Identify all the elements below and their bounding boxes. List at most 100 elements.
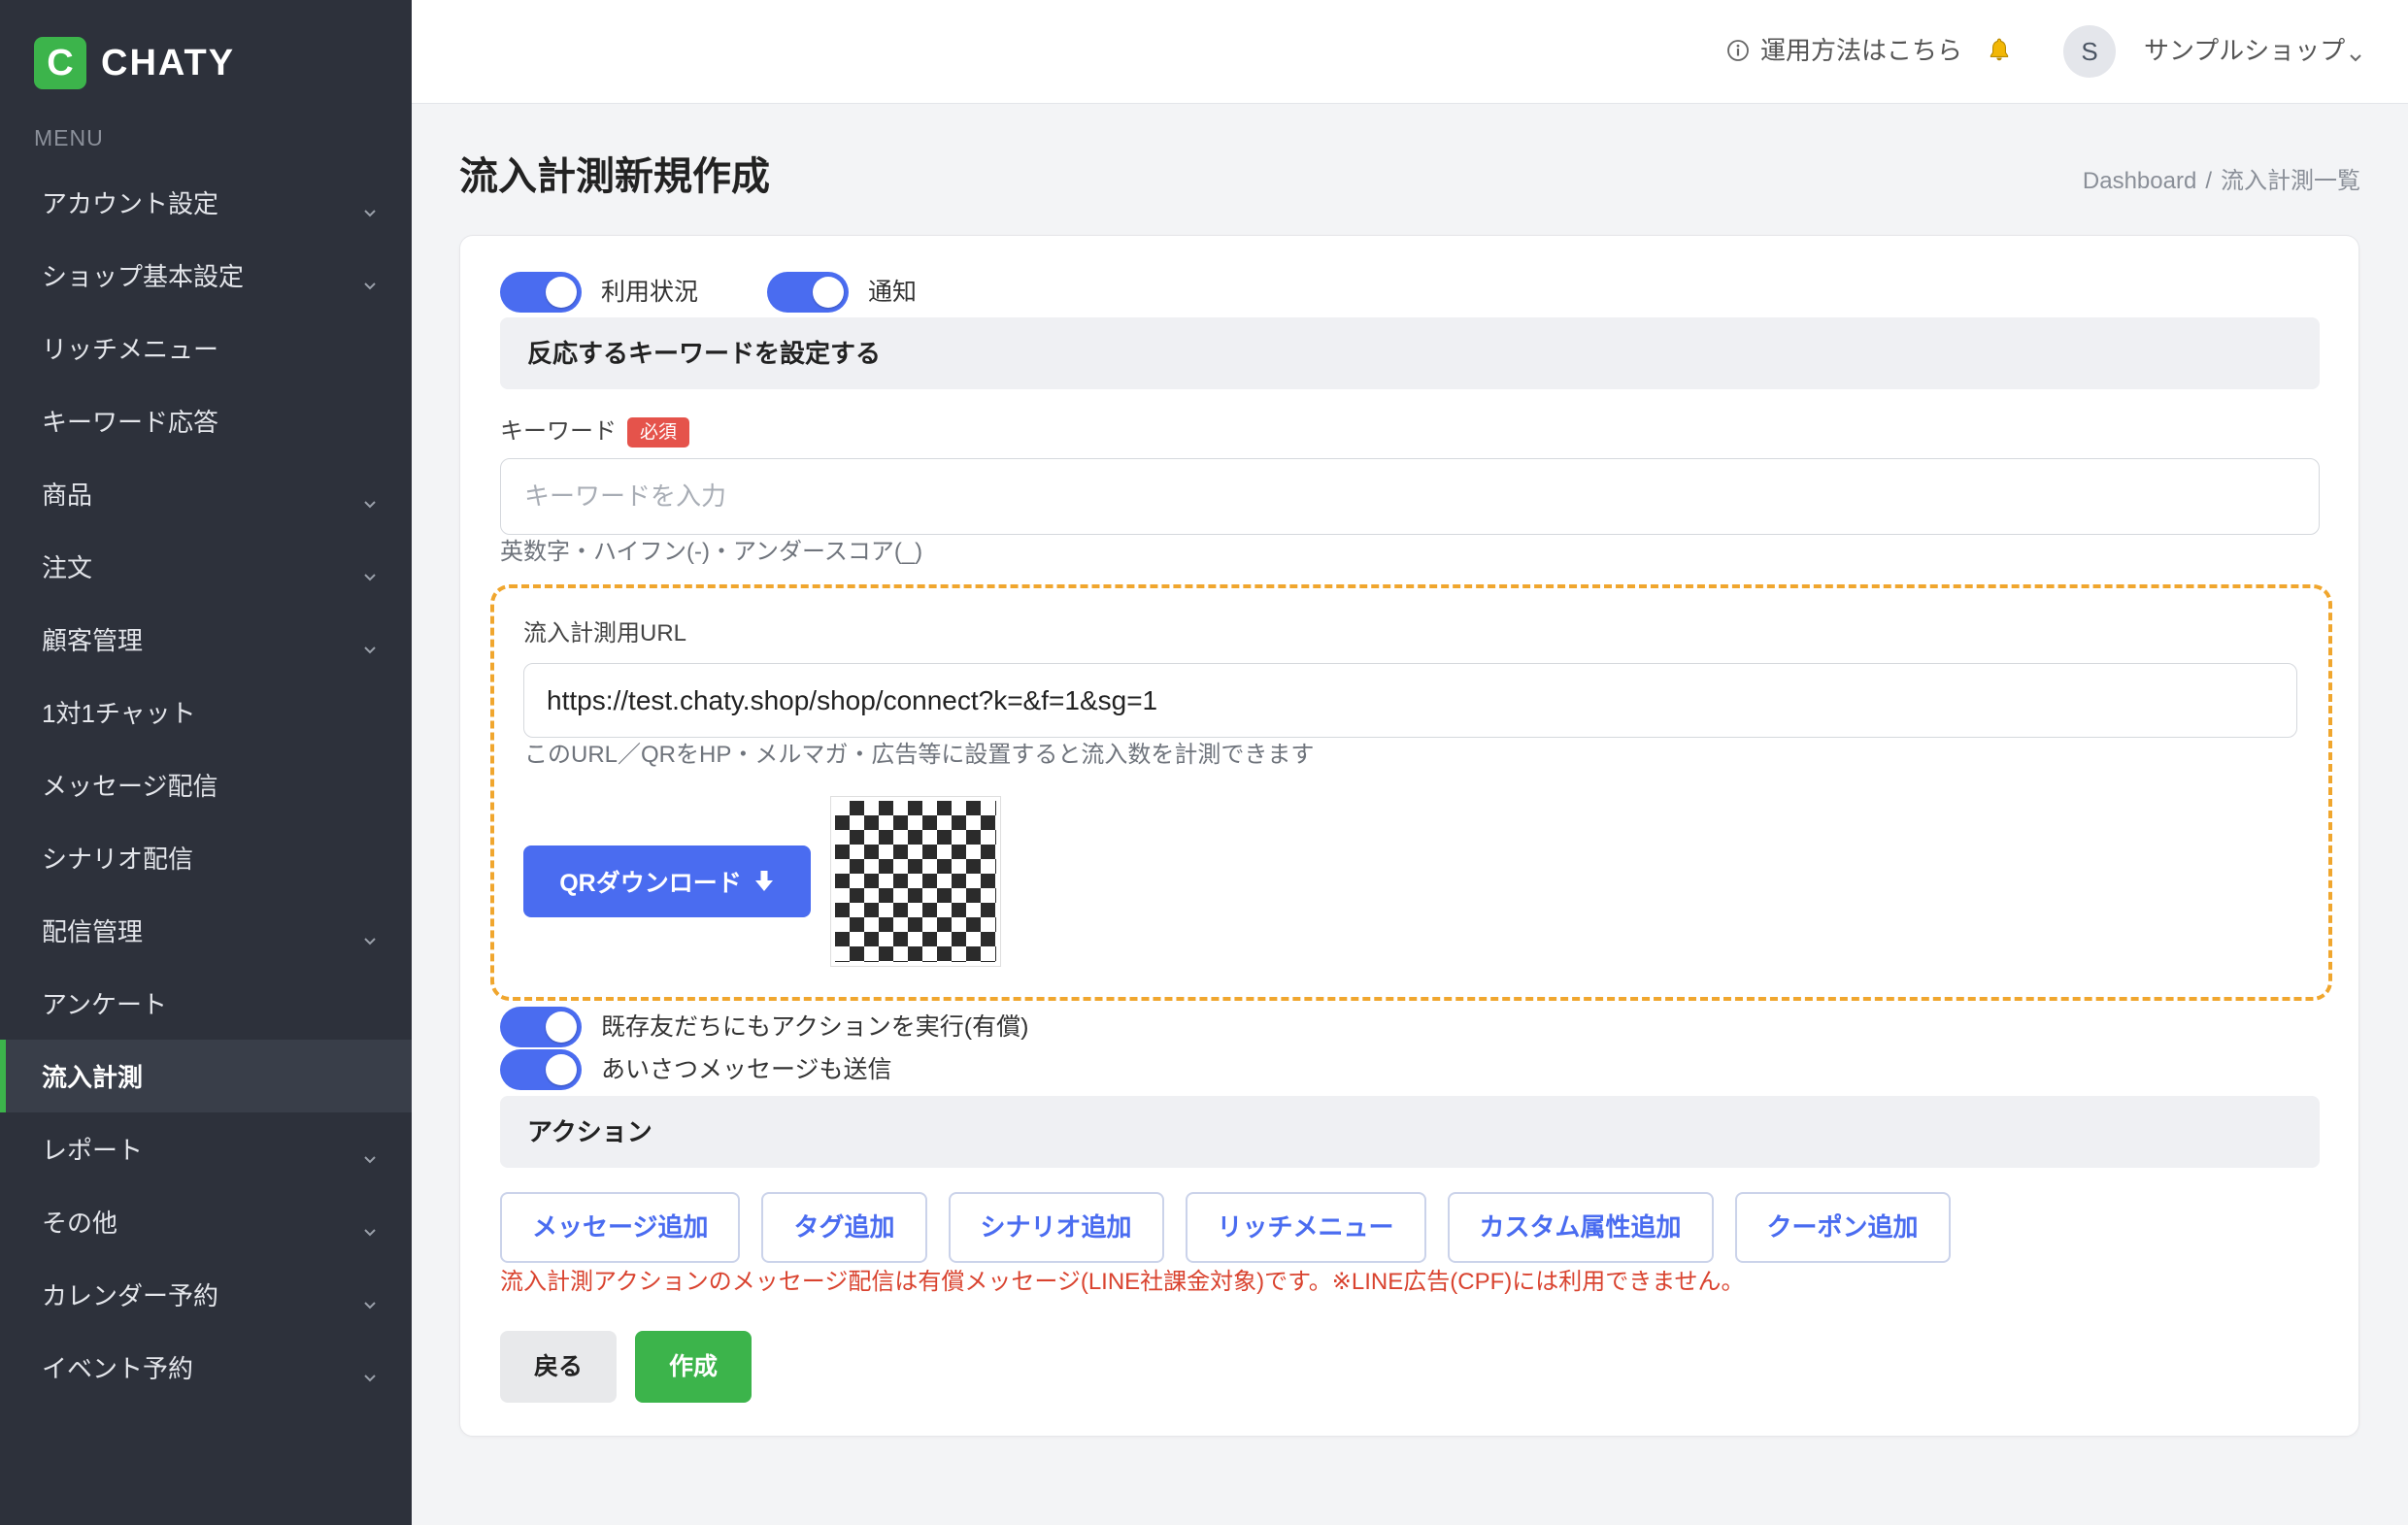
existing-friends-switch-group: 既存友だちにもアクションを実行(有償) — [500, 1007, 1028, 1047]
sidebar-item-label: 商品 — [42, 481, 93, 510]
breadcrumb: Dashboard / 流入計測一覧 — [2083, 167, 2360, 196]
breadcrumb-inflow-tracking-list[interactable]: 流入計測一覧 — [2221, 167, 2360, 196]
sidebar-item-label: イベント予約 — [42, 1354, 194, 1383]
sidebar-item-shop-settings[interactable]: ショップ基本設定 — [0, 239, 412, 312]
form-card: 利用状況 通知 反応するキーワードを設定する キーワード 必須 英数字・ハイフン… — [459, 235, 2359, 1437]
sidebar-menu: アカウント設定 ショップ基本設定 リッチメニュー キーワード応答 商品 注文 顧… — [0, 166, 412, 1404]
sidebar-item-label: 注文 — [42, 553, 93, 582]
sidebar-item-account-settings[interactable]: アカウント設定 — [0, 166, 412, 239]
help-link[interactable]: 運用方法はこちら — [1760, 36, 1962, 65]
sidebar-item-label: 流入計測 — [42, 1063, 144, 1092]
existing-friends-action-label: 既存友だちにもアクションを実行(有償) — [601, 1013, 1029, 1041]
sidebar-item-label: 1対1チャット — [42, 699, 196, 728]
required-badge: 必須 — [627, 416, 689, 448]
sidebar-item-label: アカウント設定 — [42, 189, 219, 218]
bell-icon[interactable] — [1987, 37, 2012, 64]
info-icon[interactable] — [1726, 39, 1750, 62]
sidebar-item-others[interactable]: その他 — [0, 1185, 412, 1258]
chevron-down-icon — [364, 1156, 376, 1164]
sidebar-item-label: アンケート — [42, 990, 167, 1019]
menu-caption: MENU — [34, 125, 104, 150]
tracking-url-panel: 流入計測用URL このURL／QRをHP・メルマガ・広告等に設置すると流入数を計… — [490, 584, 2332, 1001]
sidebar-item-inflow-tracking[interactable]: 流入計測 — [0, 1040, 412, 1112]
back-button[interactable]: 戻る — [500, 1331, 617, 1403]
sidebar-item-message-broadcast[interactable]: メッセージ配信 — [0, 748, 412, 821]
chevron-down-icon — [364, 1302, 376, 1310]
usage-status-label: 利用状況 — [601, 279, 699, 306]
tracking-url-label: 流入計測用URL — [523, 620, 687, 646]
add-custom-attribute-button[interactable]: カスタム属性追加 — [1447, 1192, 1714, 1263]
qr-code-image — [830, 796, 1001, 967]
chevron-down-icon — [364, 282, 376, 290]
page-title: 流入計測新規作成 — [459, 155, 770, 198]
top-header: 運用方法はこちら S サンプルショップ — [412, 0, 2408, 104]
sidebar-item-label: カレンダー予約 — [42, 1281, 219, 1310]
chevron-down-icon — [364, 210, 376, 217]
chevron-down-icon — [364, 574, 376, 581]
keyword-label: キーワード — [500, 418, 617, 445]
greeting-message-toggle[interactable] — [500, 1049, 582, 1090]
action-button-row: メッセージ追加 タグ追加 シナリオ追加 リッチメニュー カスタム属性追加 クーポ… — [500, 1192, 1951, 1263]
avatar[interactable]: S — [2063, 25, 2116, 78]
action-billing-note: 流入計測アクションのメッセージ配信は有償メッセージ(LINE社課金対象)です。※… — [500, 1269, 1745, 1295]
toggle-knob — [546, 277, 577, 308]
keyword-label-row: キーワード 必須 — [500, 416, 689, 448]
greeting-message-switch-group: あいさつメッセージも送信 — [500, 1049, 892, 1090]
sidebar-item-label: 配信管理 — [42, 917, 144, 946]
breadcrumb-dashboard[interactable]: Dashboard — [2083, 167, 2196, 196]
keyword-input[interactable] — [500, 458, 2320, 535]
keyword-hint: 英数字・ハイフン(-)・アンダースコア(_) — [500, 539, 923, 565]
tracking-url-hint: このURL／QRをHP・メルマガ・広告等に設置すると流入数を計測できます — [524, 742, 1315, 768]
notification-toggle[interactable] — [767, 272, 849, 313]
action-section-header: アクション — [500, 1096, 2320, 1168]
tracking-url-input[interactable] — [523, 663, 2297, 738]
qr-download-label: QRダウンロード — [559, 870, 742, 897]
add-tag-button[interactable]: タグ追加 — [761, 1192, 927, 1263]
sidebar-item-scenario-broadcast[interactable]: シナリオ配信 — [0, 821, 412, 894]
sidebar-item-orders[interactable]: 注文 — [0, 530, 412, 603]
greeting-message-label: あいさつメッセージも送信 — [601, 1056, 892, 1083]
sidebar-item-products[interactable]: 商品 — [0, 457, 412, 530]
chevron-down-icon — [364, 938, 376, 945]
logo-mark: C — [34, 37, 86, 89]
sidebar-item-label: 顧客管理 — [42, 626, 144, 655]
sidebar-item-survey[interactable]: アンケート — [0, 967, 412, 1040]
sidebar-item-delivery-management[interactable]: 配信管理 — [0, 894, 412, 967]
app-logo[interactable]: C CHATY — [34, 37, 235, 89]
sidebar-item-keyword-response[interactable]: キーワード応答 — [0, 384, 412, 457]
sidebar-item-label: シナリオ配信 — [42, 845, 194, 874]
shop-name-menu[interactable]: サンプルショップ — [2144, 36, 2345, 65]
sidebar-item-label: ショップ基本設定 — [42, 262, 245, 291]
usage-status-toggle[interactable] — [500, 272, 582, 313]
rich-menu-button[interactable]: リッチメニュー — [1185, 1192, 1426, 1263]
download-icon — [754, 871, 773, 891]
qr-download-button[interactable]: QRダウンロード — [523, 845, 811, 917]
sidebar-item-reports[interactable]: レポート — [0, 1112, 412, 1185]
qr-code-modules — [835, 801, 996, 962]
chevron-down-icon — [364, 1375, 376, 1382]
chevron-down-icon[interactable] — [2348, 52, 2363, 64]
chevron-down-icon — [364, 646, 376, 654]
add-scenario-button[interactable]: シナリオ追加 — [948, 1192, 1164, 1263]
notification-switch-group: 通知 — [767, 272, 917, 313]
keyword-section-header: 反応するキーワードを設定する — [500, 317, 2320, 389]
existing-friends-action-toggle[interactable] — [500, 1007, 582, 1047]
add-coupon-button[interactable]: クーポン追加 — [1734, 1192, 1951, 1263]
sidebar-item-calendar-booking[interactable]: カレンダー予約 — [0, 1258, 412, 1331]
sidebar-item-label: レポート — [42, 1136, 144, 1165]
add-message-button[interactable]: メッセージ追加 — [500, 1192, 741, 1263]
notification-label: 通知 — [868, 279, 918, 306]
sidebar: C CHATY MENU アカウント設定 ショップ基本設定 リッチメニュー キー… — [0, 0, 412, 1525]
chevron-down-icon — [364, 1229, 376, 1237]
sidebar-item-rich-menu[interactable]: リッチメニュー — [0, 312, 412, 384]
usage-status-switch-group: 利用状況 — [500, 272, 698, 313]
sidebar-item-label: キーワード応答 — [42, 408, 219, 437]
app-name: CHATY — [101, 42, 236, 83]
sidebar-item-event-booking[interactable]: イベント予約 — [0, 1331, 412, 1404]
toggle-knob — [546, 1011, 577, 1043]
sidebar-item-label: メッセージ配信 — [42, 772, 218, 801]
sidebar-item-customers[interactable]: 顧客管理 — [0, 603, 412, 676]
create-button[interactable]: 作成 — [635, 1331, 752, 1403]
sidebar-item-one-to-one-chat[interactable]: 1対1チャット — [0, 676, 412, 748]
breadcrumb-separator: / — [2205, 168, 2212, 194]
